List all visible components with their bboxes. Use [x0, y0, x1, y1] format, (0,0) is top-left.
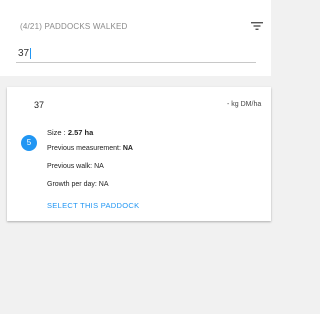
- growth-per-day-value: NA: [98, 181, 109, 188]
- paddocks-walked-title: (4/21) PADDOCKS WALKED: [20, 22, 128, 31]
- growth-per-day: Growth per day: NA: [47, 181, 109, 188]
- previous-walk-label: Previous walk:: [47, 163, 93, 170]
- paddock-search-input[interactable]: [16, 44, 256, 63]
- size-label: Size :: [47, 128, 66, 137]
- paddock-order-badge: 5: [21, 135, 37, 151]
- size-value: 2.57 ha: [67, 128, 94, 137]
- text-cursor: [30, 48, 31, 59]
- app-header: (4/21) PADDOCKS WALKED: [0, 0, 271, 76]
- paddock-name: 37: [34, 100, 45, 110]
- previous-walk-value: NA: [94, 163, 104, 170]
- previous-measurement-label: Previous measurement:: [47, 145, 121, 152]
- previous-walk: Previous walk: NA: [47, 163, 104, 170]
- paddock-size: Size : 2.57 ha: [47, 128, 93, 137]
- growth-per-day-label: Growth per day:: [47, 181, 97, 188]
- paddock-growth: - kg DM/ha: [227, 101, 262, 108]
- paddock-card[interactable]: 37 - kg DM/ha 5 Size : 2.57 ha Previous …: [7, 87, 271, 221]
- filter-icon[interactable]: [251, 19, 263, 33]
- previous-measurement-value: NA: [122, 145, 133, 152]
- select-paddock-button[interactable]: SELECT THIS PADDOCK: [47, 201, 139, 210]
- previous-measurement: Previous measurement: NA: [47, 145, 133, 152]
